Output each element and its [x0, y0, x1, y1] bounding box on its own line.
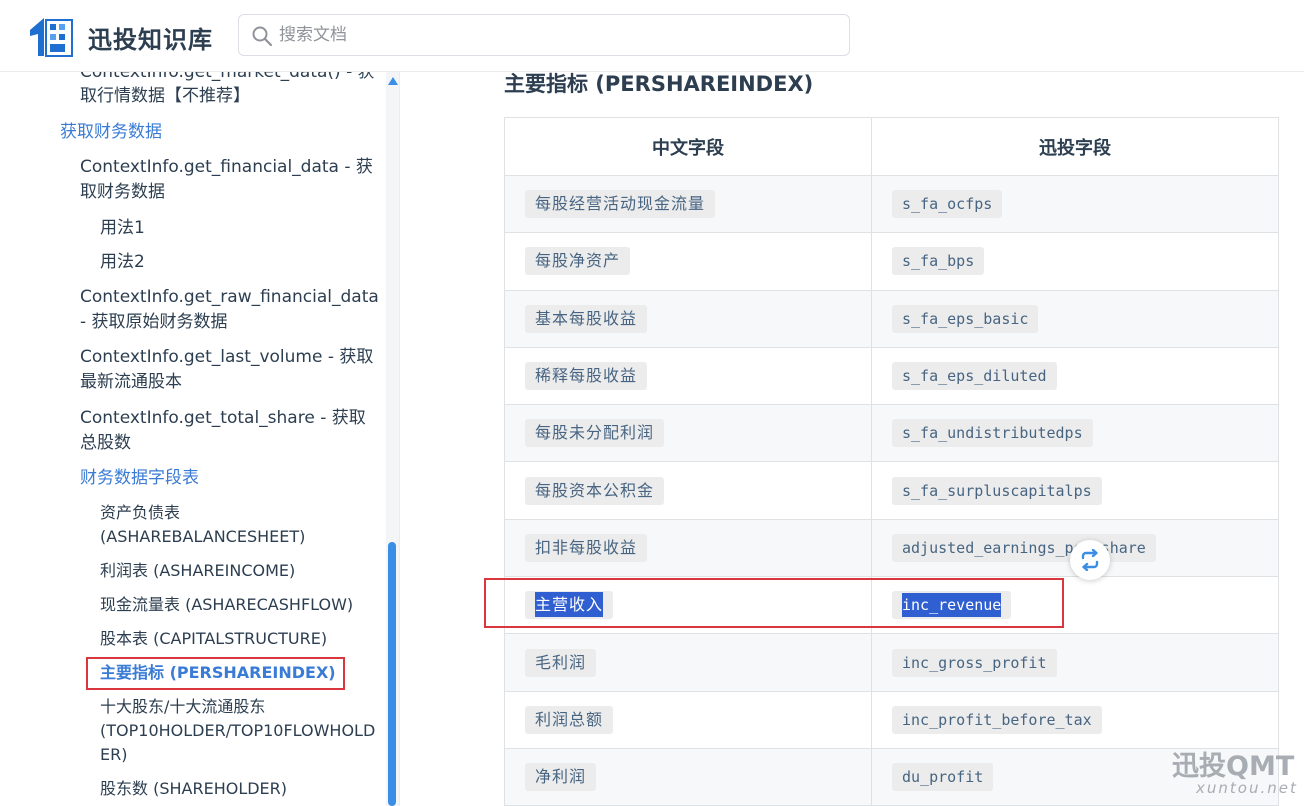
table-header-cn: 中文字段: [504, 117, 872, 176]
table-row: 每股净资产 s_fa_bps: [504, 232, 1279, 291]
field-cn: 基本每股收益: [525, 304, 648, 333]
sidebar-item-top10holder-cont[interactable]: (TOP10HOLDER/TOP10FLOWHOLD: [100, 718, 375, 743]
field-code: s_fa_surpluscapitalps: [892, 476, 1102, 505]
field-code: s_fa_eps_diluted: [892, 362, 1057, 391]
table-row: 利润总额 inc_profit_before_tax: [504, 690, 1279, 749]
field-code: s_fa_bps: [892, 247, 985, 276]
table-row: 基本每股收益 s_fa_eps_basic: [504, 289, 1279, 348]
active-item-highlight: [86, 657, 345, 690]
field-code: adjusted_earnings_per_share: [892, 533, 1156, 562]
field-cn: 稀释每股收益: [525, 362, 648, 391]
watermark-title: 迅投QMT: [1172, 751, 1295, 782]
logo-icon[interactable]: [28, 14, 76, 58]
field-cn: 每股净资产: [525, 247, 631, 276]
table-row: 每股未分配利润 s_fa_undistributedps: [504, 404, 1279, 463]
sidebar-item-cashflow[interactable]: 现金流量表 (ASHARECASHFLOW): [100, 592, 353, 617]
scroll-up-arrow-icon[interactable]: [387, 76, 399, 86]
sidebar-item-get-raw-financial-data-cont[interactable]: - 获取原始财务数据: [80, 310, 228, 335]
table-header-xt: 迅投字段: [871, 117, 1279, 176]
main-content: 主要指标 (PERSHAREINDEX) 中文字段 迅投字段 每股经营活动现金流…: [400, 72, 1304, 806]
sidebar-item-balance-sheet[interactable]: 资产负债表: [100, 500, 180, 525]
field-cn: 每股经营活动现金流量: [525, 190, 716, 219]
translate-float-button[interactable]: [1070, 540, 1110, 580]
sidebar-item-top10holder[interactable]: 十大股东/十大流通股东: [100, 694, 265, 719]
sidebar: ContextInfo.get_market_data() - 获 取行情数据【…: [0, 72, 400, 806]
swap-icon: [1081, 549, 1099, 571]
field-cn: 净利润: [525, 763, 597, 792]
sidebar-item-get-financial-data[interactable]: ContextInfo.get_financial_data - 获: [80, 155, 373, 180]
sidebar-item-capital-structure[interactable]: 股本表 (CAPITALSTRUCTURE): [100, 626, 327, 651]
field-code: s_fa_ocfps: [892, 190, 1003, 219]
sidebar-item-shareholder[interactable]: 股东数 (SHAREHOLDER): [100, 776, 287, 801]
table-row: 稀释每股收益 s_fa_eps_diluted: [504, 346, 1279, 406]
sidebar-item-get-last-volume[interactable]: ContextInfo.get_last_volume - 获取: [80, 345, 373, 370]
sidebar-item-get-total-share[interactable]: ContextInfo.get_total_share - 获取: [80, 406, 366, 431]
sidebar-group-financial-fields[interactable]: 财务数据字段表: [80, 466, 199, 491]
search-icon: [252, 26, 273, 47]
sidebar-item-get-total-share-cont[interactable]: 总股数: [80, 431, 131, 456]
field-code: s_fa_eps_basic: [892, 304, 1039, 333]
table-row: 每股资本公积金 s_fa_surpluscapitalps: [504, 461, 1279, 520]
sidebar-item-usage2[interactable]: 用法2: [100, 250, 145, 275]
field-cn: 利润总额: [525, 705, 614, 734]
search-input[interactable]: [279, 15, 839, 55]
sidebar-group-financial-data[interactable]: 获取财务数据: [60, 120, 162, 145]
field-cn: 每股未分配利润: [525, 419, 665, 448]
field-cn: 扣非每股收益: [525, 533, 648, 562]
field-code: du_profit: [892, 763, 994, 792]
field-cn: 毛利润: [525, 648, 597, 677]
table-row: 净利润 du_profit: [504, 747, 1279, 806]
sidebar-item-get-financial-data-cont[interactable]: 取财务数据: [80, 180, 165, 205]
search-box[interactable]: [238, 14, 850, 56]
brand-title[interactable]: 迅投知识库: [88, 20, 213, 55]
field-code: inc_profit_before_tax: [892, 705, 1102, 734]
sidebar-item-top10holder-cont2[interactable]: ER): [100, 742, 127, 767]
sidebar-item-income[interactable]: 利润表 (ASHAREINCOME): [100, 558, 295, 583]
fields-table: 中文字段 迅投字段 每股经营活动现金流量 s_fa_ocfps 每股净资产 s_…: [504, 117, 1279, 806]
sidebar-item-get-raw-financial-data[interactable]: ContextInfo.get_raw_financial_data: [80, 285, 379, 310]
row-highlight-box: [484, 578, 1064, 628]
table-row: 每股经营活动现金流量 s_fa_ocfps: [504, 174, 1279, 234]
sidebar-scroll-thumb[interactable]: [388, 542, 396, 806]
table-row: 扣非每股收益 adjusted_earnings_per_share: [504, 518, 1279, 578]
top-header: 迅投知识库: [0, 0, 1304, 72]
sidebar-item-usage1[interactable]: 用法1: [100, 216, 145, 241]
table-header-row: 中文字段 迅投字段: [504, 117, 1279, 176]
sidebar-item-get-last-volume-cont[interactable]: 最新流通股本: [80, 370, 182, 395]
watermark-url: xuntou.net: [1196, 779, 1298, 797]
sidebar-item-get-market-data-cont[interactable]: 取行情数据【不推荐】: [80, 84, 250, 109]
sidebar-item-balance-sheet-cont[interactable]: (ASHAREBALANCESHEET): [100, 524, 305, 549]
field-code: s_fa_undistributedps: [892, 419, 1093, 448]
table-row: 毛利润 inc_gross_profit: [504, 633, 1279, 692]
field-cn: 每股资本公积金: [525, 476, 665, 505]
section-title: 主要指标 (PERSHAREINDEX): [504, 72, 814, 96]
field-code: inc_gross_profit: [892, 648, 1057, 677]
